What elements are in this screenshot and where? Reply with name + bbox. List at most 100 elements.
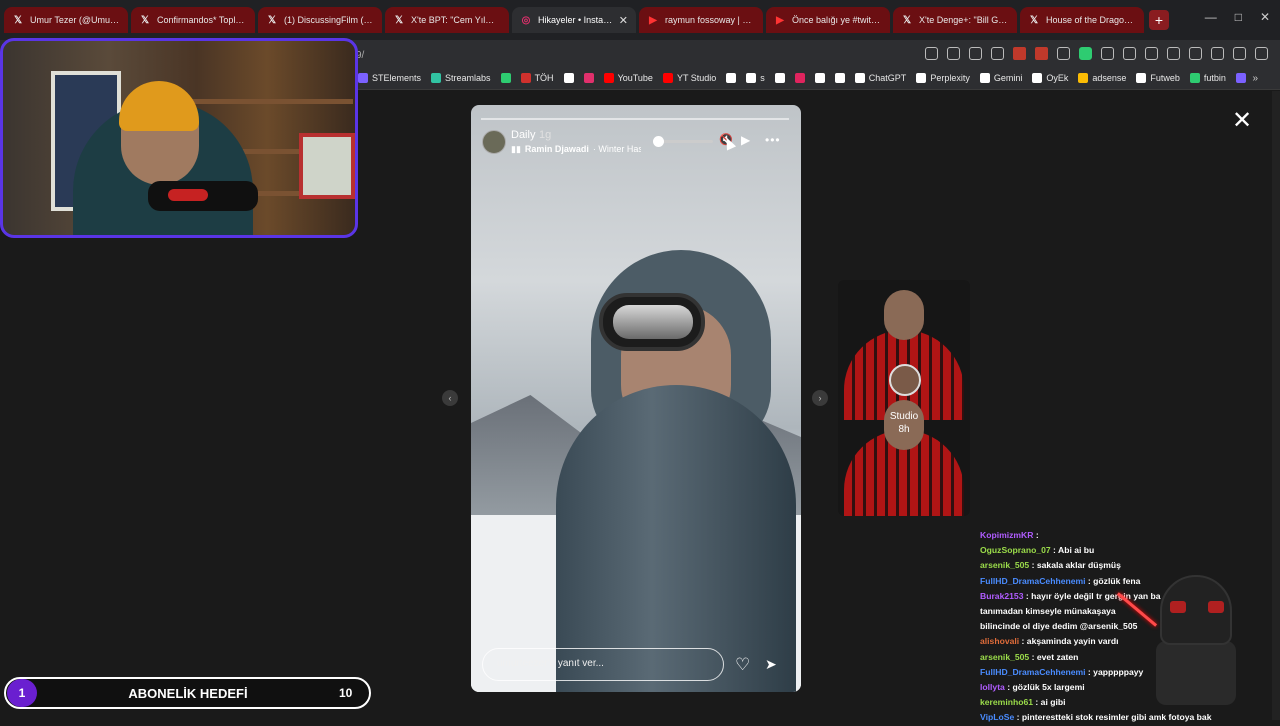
bookmark-item[interactable]: YT Studio (662, 73, 716, 83)
leo-ai-icon[interactable] (1211, 47, 1224, 60)
brave-shield-icon[interactable] (1013, 47, 1026, 60)
chat-username[interactable]: KopimizmKR (980, 530, 1033, 540)
chat-message: OguzSoprano_07 : Abi ai bu (980, 543, 1265, 558)
bookmark-label: Futweb (1150, 73, 1180, 83)
menu-icon[interactable] (1255, 47, 1268, 60)
next-story-button[interactable]: › (812, 390, 828, 406)
close-story-icon[interactable]: ✕ (1232, 106, 1252, 135)
zoom-icon[interactable] (925, 47, 938, 60)
minimize-icon[interactable]: — (1205, 10, 1217, 24)
tab-1[interactable]: 𝕏 Confirmandos* Topluluk / X (131, 7, 255, 33)
tab-5[interactable]: ▶ raymun fossoway | hero - (639, 7, 763, 33)
goal-current: 1 (7, 679, 37, 707)
bookmark-favicon-icon (563, 73, 574, 83)
preview-avatar (889, 364, 921, 396)
bookmarks-overflow-icon[interactable]: » (1252, 73, 1258, 84)
chat-username[interactable]: OguzSoprano_07 (980, 545, 1051, 555)
bookmark-item[interactable] (834, 73, 845, 83)
extension-box-icon[interactable] (1123, 47, 1136, 60)
bookmark-item[interactable]: STElements (358, 73, 421, 83)
bookmark-item[interactable]: adsense (1078, 73, 1126, 83)
share-icon[interactable] (969, 47, 982, 60)
new-tab-button[interactable]: + (1149, 10, 1169, 30)
chat-username[interactable]: kereminho61 (980, 697, 1033, 707)
volume-knob[interactable] (653, 136, 664, 147)
volume-slider[interactable] (653, 136, 713, 147)
bookmark-item[interactable]: YouTube (603, 73, 653, 83)
bookmark-item[interactable] (774, 73, 785, 83)
page-scrollbar[interactable] (1272, 91, 1280, 720)
vpn-icon[interactable] (1233, 47, 1246, 60)
brave-rewards-icon[interactable] (1035, 47, 1048, 60)
preview-label: Studio 8h (838, 410, 970, 436)
cast-icon[interactable] (947, 47, 960, 60)
bookmark-favicon-icon (814, 73, 825, 83)
chat-username[interactable]: arsenik_505 (980, 652, 1029, 662)
chat-username[interactable]: FullHD_DramaCehhenemi (980, 667, 1086, 677)
bookmark-label: Perplexity (930, 73, 970, 83)
bookmark-favicon-icon (1235, 73, 1246, 83)
tab-7[interactable]: 𝕏 X'te Denge+: "Bill Gates'in (893, 7, 1017, 33)
tab-4[interactable]: ◎ Hikayeler • Instagram ✕ (512, 7, 636, 33)
tab-close-icon[interactable]: ✕ (619, 14, 628, 27)
tab-3[interactable]: 𝕏 X'te BPT: "Cem Yılmaz, yer (385, 7, 509, 33)
bookmark-item[interactable] (814, 73, 825, 83)
chat-message: arsenik_505 : sakala aklar düşmüş (980, 558, 1265, 573)
bookmark-item[interactable]: OyEk (1032, 73, 1068, 83)
bookmark-label: s (760, 73, 765, 83)
bookmark-item[interactable] (1235, 73, 1246, 83)
tab-strip: 𝕏 Umur Tezer (@Umurtezer) 𝕏 Confirmandos* T… (4, 7, 1147, 33)
story-music[interactable]: ▮▮ Ramin Djawadi · Winter Has C (511, 144, 641, 155)
wallet-icon[interactable] (1189, 47, 1202, 60)
bookmark-item[interactable]: Streamlabs (431, 73, 491, 83)
next-story-preview[interactable]: Studio 8h (838, 280, 970, 516)
bookmark-item[interactable]: ChatGPT (854, 73, 906, 83)
bookmark-favicon-icon (1136, 73, 1147, 83)
play-icon[interactable]: ▶ (741, 133, 755, 147)
send-icon[interactable]: ➤ (765, 656, 777, 673)
chat-username[interactable]: VipLoSe (980, 712, 1014, 722)
bookmark-item[interactable]: Futweb (1136, 73, 1180, 83)
x-icon: 𝕏 (394, 14, 404, 26)
tab-0[interactable]: 𝕏 Umur Tezer (@Umurtezer) (4, 7, 128, 33)
chat-username[interactable]: FullHD_DramaCehhenemi (980, 576, 1086, 586)
tab-label: (1) DiscussingFilm (@Disc (284, 15, 374, 25)
story-viewer[interactable]: Daily 1g ▮▮ Ramin Djawadi · Winter Has C… (471, 105, 801, 692)
chat-username[interactable]: lollyta (980, 682, 1005, 692)
story-avatar[interactable] (482, 130, 506, 154)
maximize-icon[interactable]: □ (1235, 10, 1242, 24)
chat-username[interactable]: alishovali (980, 636, 1019, 646)
bookmark-item[interactable]: TÖH (520, 73, 554, 83)
sidebar-icon[interactable] (1167, 47, 1180, 60)
extension-battery-icon[interactable] (1079, 47, 1092, 60)
story-username[interactable]: Daily (511, 129, 535, 141)
media-icon[interactable] (1145, 47, 1158, 60)
reply-input[interactable]: umurteezer'e yanıt ver... (482, 648, 724, 681)
webcam-poster (299, 133, 355, 199)
bookmark-item[interactable] (794, 73, 805, 83)
tab-6[interactable]: ▶ Önce balığı ye #twitch #t (766, 7, 890, 33)
bookmark-favicon-icon (1078, 73, 1089, 83)
bookmark-item[interactable]: Perplexity (916, 73, 970, 83)
tab-8[interactable]: 𝕏 House of the Dragon Türk (1020, 7, 1144, 33)
bookmark-item[interactable] (726, 73, 737, 83)
chat-username[interactable]: Burak2153 (980, 591, 1023, 601)
extension-glasses-icon[interactable] (1057, 47, 1070, 60)
bookmark-item[interactable]: Gemini (979, 73, 1022, 83)
bookmark-item[interactable] (500, 73, 511, 83)
extensions-puzzle-icon[interactable] (1101, 47, 1114, 60)
more-options-icon[interactable]: ••• (765, 133, 783, 147)
bookmark-item[interactable]: futbin (1189, 73, 1226, 83)
bookmark-favicon-icon (500, 73, 511, 83)
previous-story-button[interactable]: ‹ (442, 390, 458, 406)
tab-label: Hikayeler • Instagram (538, 15, 615, 25)
chat-username[interactable]: arsenik_505 (980, 560, 1029, 570)
bookmark-item[interactable] (583, 73, 594, 83)
like-heart-icon[interactable]: ♡ (735, 655, 750, 675)
tab-2[interactable]: 𝕏 (1) DiscussingFilm (@Disc (258, 7, 382, 33)
bookmark-favicon-icon (774, 73, 785, 83)
bookmark-item[interactable]: s (746, 73, 765, 83)
close-window-icon[interactable]: ✕ (1260, 10, 1270, 24)
bookmark-star-icon[interactable] (991, 47, 1004, 60)
bookmark-item[interactable] (563, 73, 574, 83)
